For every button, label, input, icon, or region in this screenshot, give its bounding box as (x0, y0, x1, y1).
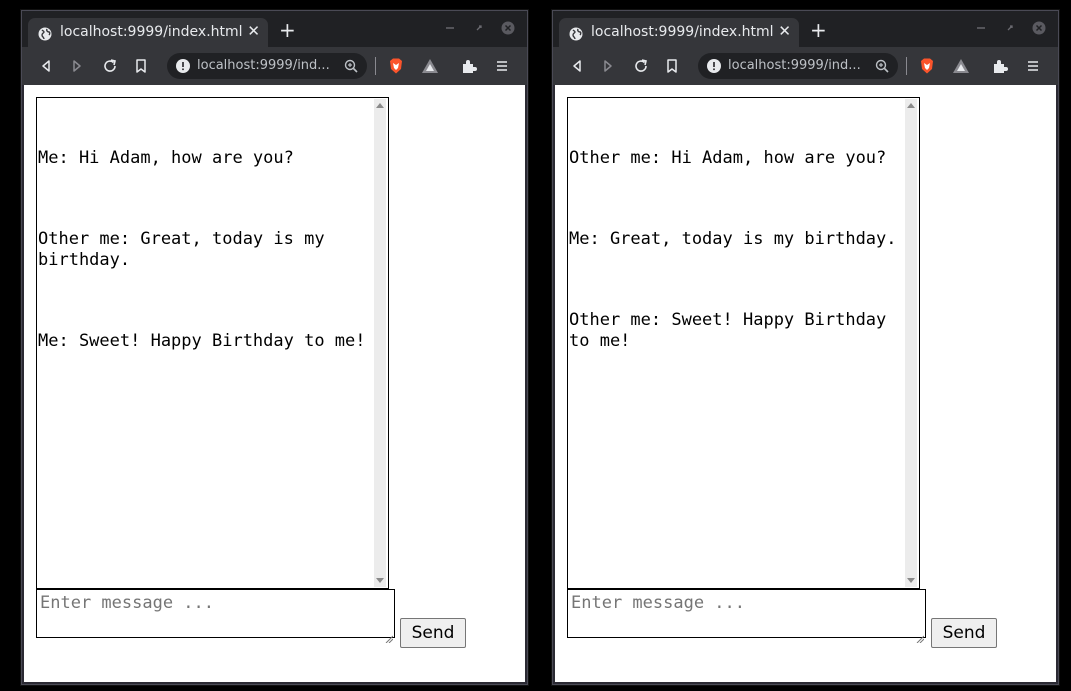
message-placeholder: Enter message ... (571, 593, 745, 613)
scroll-up-arrow-icon[interactable] (376, 103, 384, 108)
restore-icon[interactable] (1004, 22, 1016, 34)
forward-icon[interactable] (600, 58, 616, 74)
navigation-toolbar: localhost:9999/ind... (553, 47, 1058, 85)
page-viewport: Me: Hi Adam, how are you? Other me: Grea… (24, 85, 525, 682)
tab-strip: localhost:9999/index.html ✕ + (553, 11, 1058, 47)
extensions-icon[interactable] (992, 58, 1008, 74)
send-button[interactable]: Send (931, 618, 997, 648)
chat-log[interactable]: Other me: Hi Adam, how are you? Me: Grea… (567, 97, 920, 589)
bookmark-icon[interactable] (664, 58, 680, 74)
zoom-icon[interactable] (874, 58, 890, 74)
chat-message: Other me: Great, today is my birthday. (38, 229, 335, 270)
chat-messages: Me: Hi Adam, how are you? Other me: Grea… (38, 106, 370, 412)
chat-message: Me: Hi Adam, how are you? (38, 148, 294, 168)
browser-window-left: localhost:9999/index.html ✕ + localhost:… (21, 10, 528, 685)
site-info-icon[interactable] (175, 58, 191, 74)
minimize-icon[interactable] (975, 22, 987, 34)
address-bar[interactable]: localhost:9999/ind... (167, 53, 367, 79)
chat-scrollbar[interactable] (374, 99, 386, 587)
browser-tab[interactable]: localhost:9999/index.html ✕ (559, 18, 799, 47)
reload-icon[interactable] (633, 58, 649, 74)
tab-title: localhost:9999/index.html (60, 24, 243, 40)
close-window-icon[interactable] (1032, 21, 1046, 35)
chat-message: Me: Great, today is my birthday. (569, 229, 897, 249)
brave-rewards-icon[interactable] (952, 57, 970, 75)
toolbar-separator (906, 57, 907, 75)
brave-shields-icon[interactable] (918, 57, 936, 75)
chat-message: Other me: Hi Adam, how are you? (569, 148, 887, 168)
back-icon[interactable] (38, 58, 54, 74)
zoom-icon[interactable] (343, 58, 359, 74)
new-tab-button[interactable]: + (810, 20, 827, 40)
scroll-down-arrow-icon[interactable] (376, 578, 384, 583)
page-viewport: Other me: Hi Adam, how are you? Me: Grea… (555, 85, 1056, 682)
chat-log[interactable]: Me: Hi Adam, how are you? Other me: Grea… (36, 97, 389, 589)
close-window-icon[interactable] (501, 21, 515, 35)
reload-icon[interactable] (102, 58, 118, 74)
address-bar[interactable]: localhost:9999/ind... (698, 53, 898, 79)
message-input[interactable]: Enter message ... (567, 589, 926, 644)
scroll-down-arrow-icon[interactable] (907, 578, 915, 583)
globe-icon (569, 26, 583, 41)
brave-rewards-icon[interactable] (421, 57, 439, 75)
menu-icon[interactable] (1025, 58, 1041, 74)
extensions-icon[interactable] (461, 58, 477, 74)
globe-icon (38, 26, 52, 41)
message-placeholder: Enter message ... (40, 593, 214, 613)
chat-scrollbar[interactable] (905, 99, 917, 587)
forward-icon[interactable] (69, 58, 85, 74)
bookmark-icon[interactable] (133, 58, 149, 74)
address-url: localhost:9999/ind... (728, 58, 861, 73)
message-input[interactable]: Enter message ... (36, 589, 395, 644)
chat-message: Me: Sweet! Happy Birthday to me! (38, 331, 366, 351)
scroll-up-arrow-icon[interactable] (907, 103, 915, 108)
tab-close-icon[interactable]: ✕ (778, 22, 791, 40)
chat-messages: Other me: Hi Adam, how are you? Me: Grea… (569, 106, 901, 412)
tab-close-icon[interactable]: ✕ (247, 22, 260, 40)
address-url: localhost:9999/ind... (197, 58, 330, 73)
browser-tab[interactable]: localhost:9999/index.html ✕ (28, 18, 268, 47)
toolbar-separator (375, 57, 376, 75)
tab-title: localhost:9999/index.html (591, 24, 774, 40)
site-info-icon[interactable] (706, 58, 722, 74)
resize-grip-icon[interactable] (385, 628, 394, 644)
send-button[interactable]: Send (400, 618, 466, 648)
browser-window-right: localhost:9999/index.html ✕ + localhost:… (552, 10, 1059, 685)
brave-shields-icon[interactable] (387, 57, 405, 75)
resize-grip-icon[interactable] (916, 628, 925, 644)
new-tab-button[interactable]: + (279, 20, 296, 40)
navigation-toolbar: localhost:9999/ind... (22, 47, 527, 85)
restore-icon[interactable] (473, 22, 485, 34)
tab-strip: localhost:9999/index.html ✕ + (22, 11, 527, 47)
minimize-icon[interactable] (444, 22, 456, 34)
chat-message: Other me: Sweet! Happy Birthday to me! (569, 310, 897, 351)
menu-icon[interactable] (494, 58, 510, 74)
back-icon[interactable] (569, 58, 585, 74)
